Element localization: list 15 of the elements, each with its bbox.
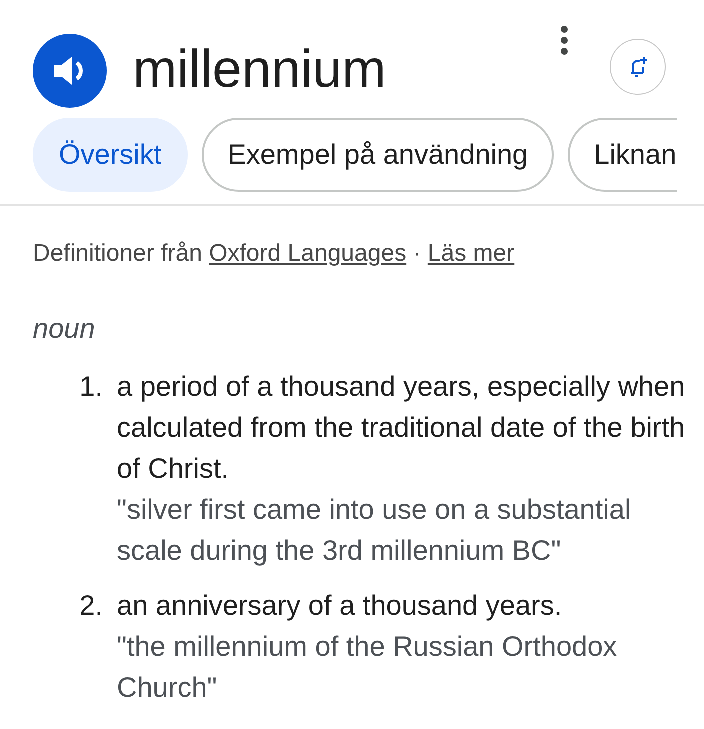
source-link[interactable]: Oxford Languages <box>209 240 407 267</box>
tab[interactable]: Liknan <box>568 118 677 192</box>
example-text: "the millennium of the Russian Orthodox Church" <box>117 630 618 705</box>
definition-text: an anniversary of a thousand years. <box>117 589 564 623</box>
sense-number: 1. <box>78 370 104 404</box>
source-line: Definitioner från Oxford Languages · Läs mer <box>32 239 516 269</box>
part-of-speech: noun <box>32 312 96 346</box>
example-text: "silver first came into use on a substantial scale during the 3rd millennium BC" <box>117 493 632 568</box>
definition-text: a period of a thousand years, especially when calculated from the traditional date of the birth of Christ. <box>117 370 686 486</box>
sense-number: 2. <box>78 589 104 623</box>
read-more-link[interactable]: Läs mer <box>428 240 515 267</box>
tab[interactable]: Översikt <box>33 118 188 192</box>
tab[interactable]: Exempel på användning <box>202 118 554 192</box>
headword: millennium <box>133 42 386 96</box>
add-alert-button[interactable] <box>610 39 666 95</box>
